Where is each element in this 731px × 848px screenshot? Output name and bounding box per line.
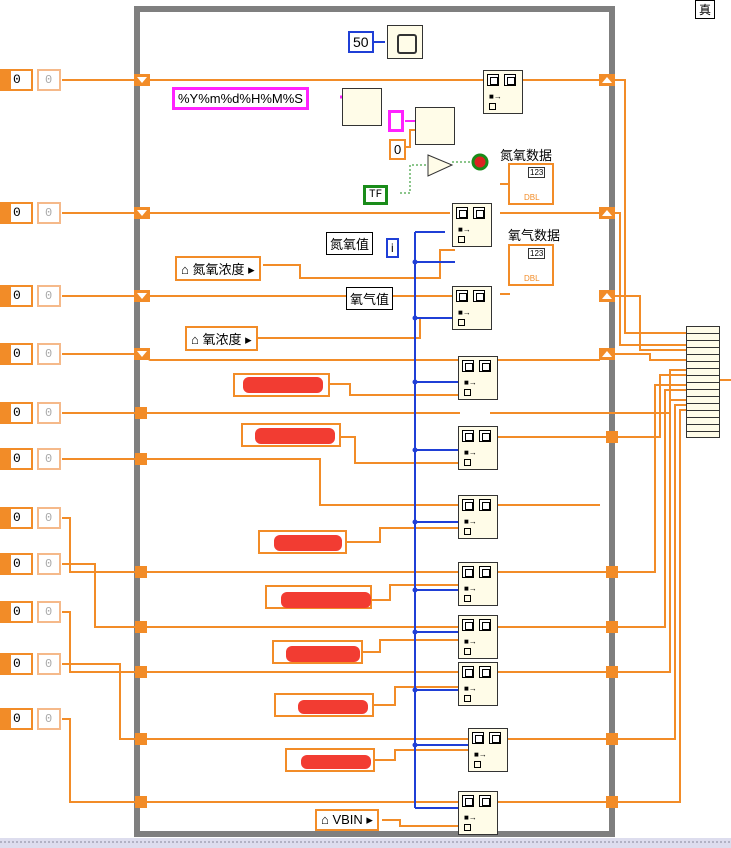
shift-register-right-2[interactable] bbox=[599, 207, 615, 219]
tunnel-left-10[interactable] bbox=[135, 733, 147, 745]
numeric-control-4[interactable]: 00 bbox=[0, 341, 62, 367]
indicator-o2-data[interactable]: 123 DBL bbox=[508, 244, 554, 286]
tunnel-right-9[interactable] bbox=[606, 733, 618, 745]
numeric-control-2[interactable]: 00 bbox=[0, 200, 62, 226]
tunnel-left-5[interactable] bbox=[135, 407, 147, 419]
string-shift-indicator[interactable] bbox=[388, 110, 404, 132]
offset-constant[interactable]: 0 bbox=[389, 139, 407, 160]
numeric-control-9[interactable]: 00 bbox=[0, 599, 62, 625]
indicator-label-nox: 氮氧数据 bbox=[500, 148, 553, 163]
tunnel-right-8[interactable] bbox=[606, 666, 618, 678]
numeric-control-5[interactable]: 00 bbox=[0, 400, 62, 426]
redacted-property-4[interactable] bbox=[265, 585, 372, 609]
numeric-control-10[interactable]: 00 bbox=[0, 651, 62, 677]
tunnel-right-10[interactable] bbox=[606, 796, 618, 808]
o2-concentration-property[interactable]: ⌂ 氧浓度 ▸ bbox=[185, 326, 258, 351]
shift-register-right-3[interactable] bbox=[599, 290, 615, 302]
bundle-node-2[interactable]: ■→ bbox=[452, 203, 492, 247]
indicator-label-o2: 氧气数据 bbox=[508, 228, 561, 243]
numeric-control-6[interactable]: 00 bbox=[0, 446, 62, 472]
bundle-node-7[interactable]: ■→ bbox=[458, 562, 498, 606]
bundle-node-8[interactable]: ■→ bbox=[458, 615, 498, 659]
o2-value-label[interactable]: 氧气值 bbox=[346, 287, 394, 310]
dbl-type-tag: 123 bbox=[528, 248, 546, 259]
not-function-icon bbox=[427, 154, 454, 177]
shift-register-right-4[interactable] bbox=[599, 348, 615, 360]
tunnel-left-7[interactable] bbox=[135, 566, 147, 578]
bundle-node-6[interactable]: ■→ bbox=[458, 495, 498, 539]
shift-register-right-1[interactable] bbox=[599, 74, 615, 86]
dbl-tag: DBL bbox=[524, 274, 540, 283]
tunnel-right-6[interactable] bbox=[606, 566, 618, 578]
numeric-control-1[interactable]: 00 bbox=[0, 67, 62, 93]
stop-terminal-icon bbox=[471, 153, 489, 171]
dbl-type-tag: 123 bbox=[528, 167, 546, 178]
numeric-control-3[interactable]: 00 bbox=[0, 283, 62, 309]
while-loop-frame bbox=[134, 6, 615, 837]
shift-register-left-2[interactable] bbox=[134, 207, 150, 219]
bundle-node-5[interactable]: ■→ bbox=[458, 426, 498, 470]
string-to-number-icon[interactable] bbox=[415, 107, 455, 145]
redacted-property-1[interactable] bbox=[233, 373, 330, 397]
vbin-property[interactable]: ⌂ VBIN ▸ bbox=[315, 809, 379, 831]
tunnel-left-9[interactable] bbox=[135, 666, 147, 678]
bundle-node-4[interactable]: ■→ bbox=[458, 356, 498, 400]
block-diagram-wires bbox=[0, 6, 731, 848]
redacted-property-5[interactable] bbox=[272, 640, 363, 664]
tunnel-right-7[interactable] bbox=[606, 621, 618, 633]
format-datetime-icon[interactable] bbox=[342, 88, 382, 126]
bool-constant[interactable]: TF bbox=[363, 185, 389, 205]
case-label[interactable]: 真 bbox=[695, 0, 716, 19]
tunnel-right-5[interactable] bbox=[606, 431, 618, 443]
redacted-property-7[interactable] bbox=[285, 748, 375, 772]
iteration-terminal[interactable]: i bbox=[386, 238, 399, 258]
wait-ms-constant[interactable]: 50 bbox=[348, 31, 374, 53]
numeric-control-7[interactable]: 00 bbox=[0, 505, 62, 531]
tunnel-left-6[interactable] bbox=[135, 453, 147, 465]
build-cluster-node[interactable] bbox=[686, 326, 720, 438]
tunnel-left-8[interactable] bbox=[135, 621, 147, 633]
redacted-property-3[interactable] bbox=[258, 530, 347, 554]
wait-ms-icon[interactable] bbox=[387, 25, 423, 59]
nox-concentration-property[interactable]: ⌂ 氮氧浓度 ▸ bbox=[175, 256, 261, 281]
scroll-strip bbox=[0, 838, 731, 848]
orange-wires bbox=[62, 79, 731, 827]
bundle-node-1[interactable]: ■→ bbox=[483, 70, 523, 114]
shift-register-left-1[interactable] bbox=[134, 74, 150, 86]
nox-value-label[interactable]: 氮氧值 bbox=[326, 232, 374, 255]
bundle-node-3[interactable]: ■→ bbox=[452, 286, 492, 330]
bundle-node-9[interactable]: ■→ bbox=[458, 662, 498, 706]
bundle-node-11[interactable]: ■→ bbox=[458, 791, 498, 835]
numeric-control-8[interactable]: 00 bbox=[0, 551, 62, 577]
format-string-constant[interactable]: %Y%m%d%H%M%S bbox=[172, 87, 309, 110]
shift-register-left-3[interactable] bbox=[134, 290, 150, 302]
tunnel-left-11[interactable] bbox=[135, 796, 147, 808]
redacted-property-6[interactable] bbox=[274, 693, 374, 717]
dbl-tag: DBL bbox=[524, 193, 540, 202]
shift-register-left-4[interactable] bbox=[134, 348, 150, 360]
bundle-node-10[interactable]: ■→ bbox=[468, 728, 508, 772]
redacted-property-2[interactable] bbox=[241, 423, 341, 447]
numeric-control-11[interactable]: 00 bbox=[0, 706, 62, 732]
indicator-nox-data[interactable]: 123 DBL bbox=[508, 163, 554, 205]
